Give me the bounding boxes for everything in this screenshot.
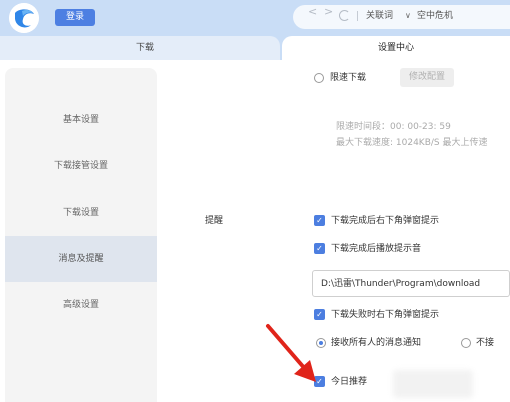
settings-sidebar: 基本设置 下载接管设置 下载设置 消息及提醒 高级设置: [5, 68, 157, 402]
speed-limit-label: 限速下载: [330, 73, 367, 83]
sidebar-item-download-settings[interactable]: 下载设置: [5, 190, 157, 236]
receive-none-label: 不接: [476, 338, 495, 348]
sidebar-item-basic-settings[interactable]: 基本设置: [5, 97, 157, 143]
keyword-value[interactable]: 空中危机: [417, 10, 453, 22]
keyword-label: 关联词: [366, 11, 394, 21]
thunder-logo-icon: [9, 3, 39, 33]
refresh-icon[interactable]: [339, 10, 350, 21]
forward-icon[interactable]: >: [324, 5, 333, 19]
tab-settings-center[interactable]: 设置中心: [282, 36, 510, 60]
sidebar-item-advanced-settings[interactable]: 高级设置: [5, 282, 157, 328]
sound-path-value: D:\迅雷\Thunder\Program\download: [321, 279, 481, 289]
sound-path-input[interactable]: D:\迅雷\Thunder\Program\download: [312, 270, 510, 297]
divider: [357, 11, 358, 21]
receive-none-radio[interactable]: [461, 338, 471, 348]
checkbox-checked-icon[interactable]: ✓: [314, 215, 325, 226]
back-icon[interactable]: <: [308, 5, 317, 19]
login-button[interactable]: 登录: [55, 9, 95, 26]
reminder-option-complete-popup: 下载完成后右下角弹窗提示: [331, 216, 440, 226]
sidebar-item-download-takeover[interactable]: 下载接管设置: [5, 143, 157, 189]
speed-limit-radio[interactable]: [314, 73, 324, 83]
checkbox-checked-icon[interactable]: ✓: [314, 309, 325, 320]
sidebar-item-messages-reminders[interactable]: 消息及提醒: [5, 236, 157, 282]
blurred-region: [393, 370, 473, 398]
chevron-down-icon[interactable]: ∨: [405, 9, 411, 23]
receive-all-label: 接收所有人的消息通知: [331, 338, 422, 348]
red-arrow-icon: [266, 324, 316, 382]
reminder-option-fail-popup: 下载失败时右下角弹窗提示: [331, 310, 440, 320]
reminder-option-complete-sound: 下载完成后播放提示音: [331, 244, 422, 254]
tab-download[interactable]: 下载: [0, 36, 280, 60]
checkbox-checked-icon[interactable]: ✓: [314, 243, 325, 254]
speed-limit-period: 限速时间段：00: 00-23: 59: [336, 122, 451, 132]
max-download-speed: 最大下载速度: 1024KB/S 最大上传速: [336, 138, 488, 148]
reminder-section-label: 提醒: [205, 216, 224, 226]
today-recommend-label: 今日推荐: [331, 377, 368, 387]
modify-config-button[interactable]: 修改配置: [400, 68, 454, 87]
